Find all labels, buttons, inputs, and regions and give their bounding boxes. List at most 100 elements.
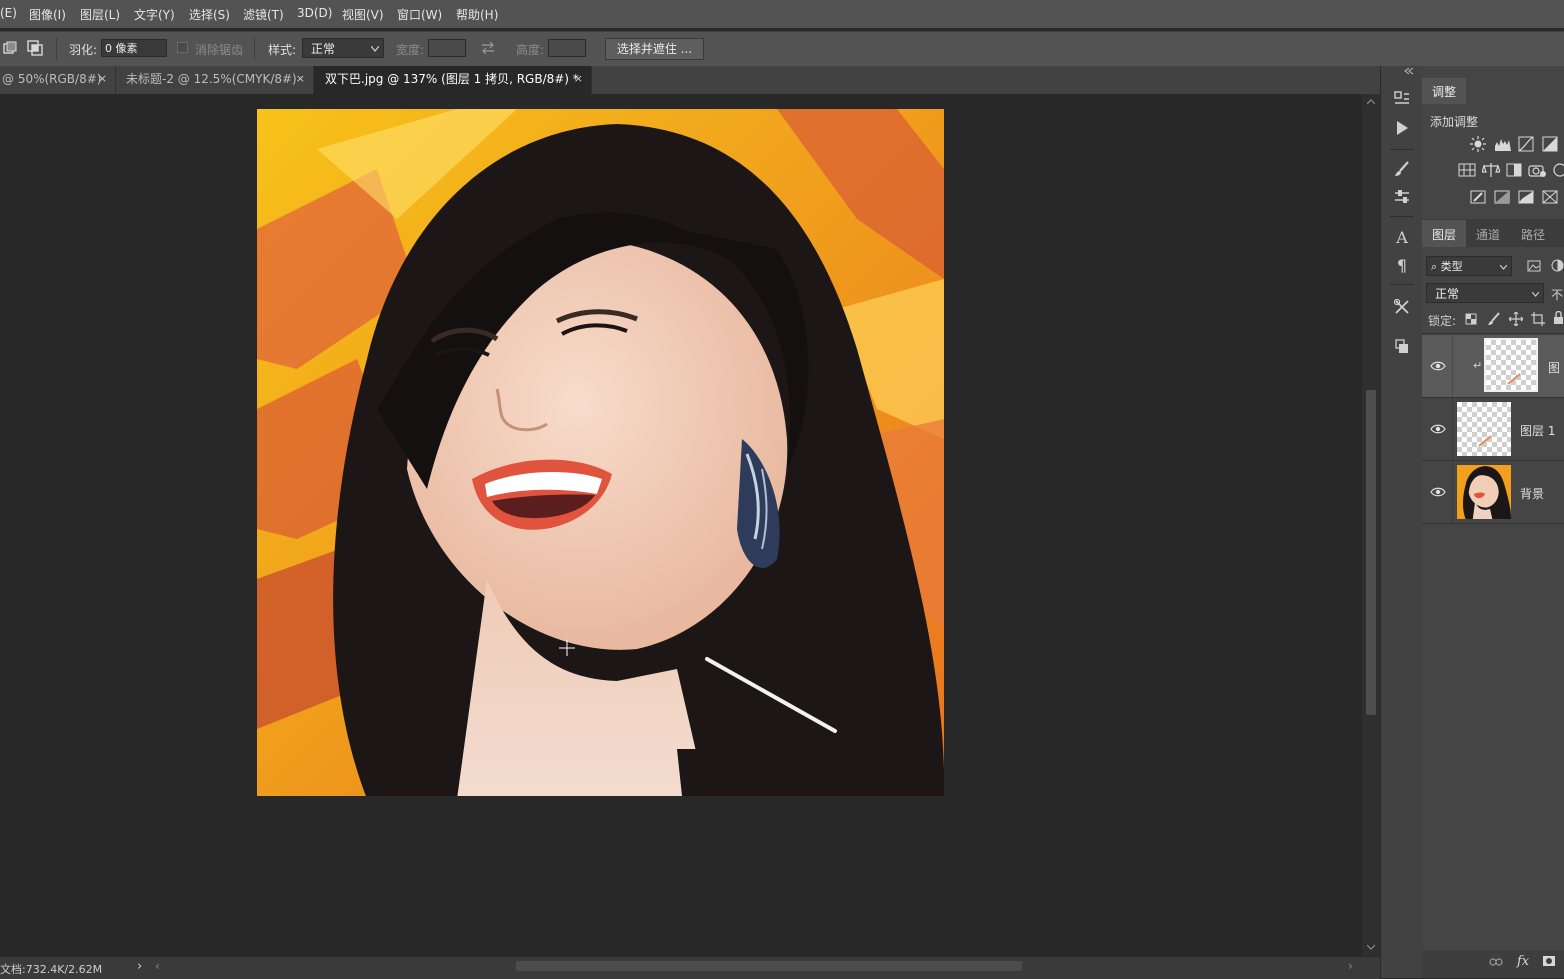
style-select[interactable]: 正常 bbox=[302, 38, 384, 58]
channel-mixer-icon[interactable] bbox=[1552, 163, 1564, 177]
layer-name[interactable]: 图 bbox=[1548, 359, 1560, 376]
document-image[interactable] bbox=[257, 109, 944, 796]
tab-channels[interactable]: 通道 bbox=[1476, 226, 1500, 243]
filter-pixel-icon[interactable] bbox=[1527, 260, 1541, 272]
collapse-panels-icon[interactable] bbox=[1404, 67, 1414, 75]
menu-3d[interactable]: 3D(D) bbox=[297, 6, 332, 20]
tab-paths[interactable]: 路径 bbox=[1521, 226, 1545, 243]
options-bar: 羽化: 0 像素 消除锯齿 样式: 正常 宽度: 高度: 选择并遮住 ... bbox=[0, 31, 1564, 67]
blend-mode-select[interactable]: 正常 bbox=[1426, 283, 1544, 303]
add-adjustment-label: 添加调整 bbox=[1430, 115, 1479, 129]
new-selection-icon[interactable] bbox=[3, 41, 17, 55]
eye-icon[interactable] bbox=[1430, 486, 1446, 498]
posterize-icon[interactable] bbox=[1494, 190, 1510, 204]
tool-presets-icon[interactable] bbox=[1392, 298, 1412, 318]
close-icon[interactable]: × bbox=[574, 66, 583, 92]
layer-style-icon[interactable]: fx bbox=[1517, 954, 1529, 969]
play-actions-icon[interactable] bbox=[1392, 119, 1412, 139]
menu-view[interactable]: 视图(V) bbox=[342, 6, 384, 23]
layer-name[interactable]: 背景 bbox=[1520, 485, 1544, 502]
divider bbox=[56, 38, 57, 60]
menu-type[interactable]: 文字(Y) bbox=[134, 6, 175, 23]
scroll-right-icon[interactable]: › bbox=[1348, 959, 1353, 973]
menu-select[interactable]: 选择(S) bbox=[189, 6, 230, 23]
lock-transparent-icon[interactable] bbox=[1465, 313, 1477, 325]
style-label: 样式: bbox=[268, 43, 297, 57]
horizontal-scroll-thumb[interactable] bbox=[516, 961, 1022, 971]
eye-icon[interactable] bbox=[1430, 360, 1446, 372]
black-white-icon[interactable] bbox=[1506, 163, 1522, 177]
layer-row[interactable]: 背景 bbox=[1422, 461, 1564, 523]
tab-label: 双下巴.jpg @ 137% (图层 1 拷贝, RGB/8#) * bbox=[325, 72, 579, 86]
width-input[interactable] bbox=[428, 39, 466, 57]
levels-icon[interactable] bbox=[1494, 136, 1512, 152]
divider bbox=[1452, 335, 1453, 397]
divider bbox=[1422, 523, 1564, 524]
antialias-checkbox[interactable] bbox=[177, 42, 188, 53]
lock-position-icon[interactable] bbox=[1509, 312, 1523, 326]
brush-icon[interactable] bbox=[1392, 160, 1412, 180]
lock-pixels-icon[interactable] bbox=[1487, 312, 1501, 326]
divider bbox=[1390, 284, 1414, 285]
vertical-scroll-thumb[interactable] bbox=[1366, 390, 1376, 715]
history-icon[interactable] bbox=[1392, 90, 1412, 110]
feather-label: 羽化: bbox=[69, 43, 98, 57]
menu-bar: (E) 图像(I) 图层(L) 文字(Y) 选择(S) 滤镜(T) 3D(D) … bbox=[0, 0, 1564, 28]
layer-name[interactable]: 图层 1 bbox=[1520, 422, 1555, 439]
height-input[interactable] bbox=[548, 39, 586, 57]
clip-arrow-icon: ↵ bbox=[1473, 359, 1483, 372]
tab-label: @ 50%(RGB/8#) bbox=[2, 72, 102, 86]
filter-adjustment-icon[interactable] bbox=[1551, 259, 1564, 272]
intersect-selection-icon[interactable] bbox=[27, 40, 43, 56]
exposure-icon[interactable] bbox=[1542, 136, 1558, 152]
lock-all-icon[interactable] bbox=[1553, 311, 1564, 325]
close-icon[interactable]: × bbox=[296, 66, 305, 92]
document-tabs: @ 50%(RGB/8#) × 未标题-2 @ 12.5%(CMYK/8#) ×… bbox=[0, 66, 1380, 94]
menu-help[interactable]: 帮助(H) bbox=[456, 6, 498, 23]
layer-row[interactable]: ↵ 图 bbox=[1422, 335, 1564, 397]
brush-settings-icon[interactable] bbox=[1392, 188, 1412, 208]
status-menu-arrow[interactable]: › bbox=[137, 959, 142, 974]
menu-window[interactable]: 窗口(W) bbox=[397, 6, 442, 23]
feather-input[interactable]: 0 像素 bbox=[101, 39, 167, 57]
color-balance-icon[interactable] bbox=[1482, 162, 1500, 178]
lock-artboard-icon[interactable] bbox=[1531, 312, 1545, 326]
gradient-map-icon[interactable] bbox=[1518, 190, 1534, 204]
paragraph-icon[interactable]: ¶ bbox=[1392, 256, 1412, 276]
chevron-down-icon[interactable] bbox=[1367, 944, 1375, 950]
menu-layer[interactable]: 图层(L) bbox=[80, 6, 120, 23]
selective-color-icon[interactable] bbox=[1542, 190, 1558, 204]
vibrance-icon[interactable] bbox=[1458, 163, 1476, 177]
select-and-mask-button[interactable]: 选择并遮住 ... bbox=[605, 38, 704, 60]
layer-filter-select[interactable]: ⌕ 类型 bbox=[1426, 256, 1512, 276]
style-value: 正常 bbox=[311, 42, 336, 56]
height-label: 高度: bbox=[516, 43, 545, 57]
menu-image[interactable]: 图像(I) bbox=[29, 6, 66, 23]
tab-doc-1[interactable]: @ 50%(RGB/8#) × bbox=[0, 66, 116, 94]
add-mask-icon[interactable] bbox=[1542, 955, 1556, 967]
curves-icon[interactable] bbox=[1518, 136, 1534, 152]
menu-filter[interactable]: 滤镜(T) bbox=[243, 6, 284, 23]
brightness-icon[interactable] bbox=[1470, 136, 1486, 152]
tab-doc-3[interactable]: 双下巴.jpg @ 137% (图层 1 拷贝, RGB/8#) * × bbox=[314, 66, 592, 94]
divider bbox=[1390, 216, 1414, 217]
lock-label: 锁定: bbox=[1428, 314, 1457, 328]
close-icon[interactable]: × bbox=[98, 66, 107, 92]
layer-row[interactable]: 图层 1 bbox=[1422, 398, 1564, 460]
link-layers-icon[interactable] bbox=[1489, 957, 1503, 967]
3d-icon[interactable] bbox=[1392, 337, 1412, 357]
portrait-image bbox=[257, 109, 944, 796]
scroll-left-icon[interactable]: ‹ bbox=[155, 959, 160, 973]
divider bbox=[1390, 149, 1414, 150]
photo-filter-icon[interactable] bbox=[1528, 162, 1546, 178]
divider bbox=[1452, 461, 1453, 523]
tab-label: 未标题-2 @ 12.5%(CMYK/8#) bbox=[126, 72, 297, 86]
eye-icon[interactable] bbox=[1430, 423, 1446, 435]
menu-edit[interactable]: (E) bbox=[0, 6, 17, 20]
chevron-up-icon[interactable] bbox=[1367, 99, 1375, 105]
layer-thumbnail bbox=[1457, 402, 1511, 456]
swap-icon[interactable] bbox=[481, 42, 495, 54]
invert-icon[interactable] bbox=[1470, 190, 1486, 204]
character-icon[interactable]: A bbox=[1392, 228, 1412, 248]
tab-doc-2[interactable]: 未标题-2 @ 12.5%(CMYK/8#) × bbox=[116, 66, 314, 94]
